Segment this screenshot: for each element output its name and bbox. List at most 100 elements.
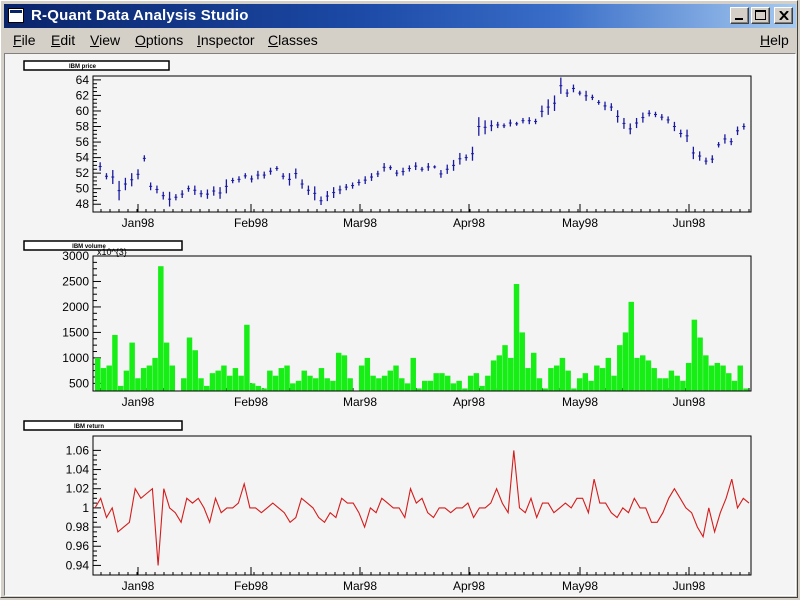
- volume-bar: [192, 350, 198, 391]
- y-tick-label: 0.94: [66, 558, 90, 572]
- menu-help[interactable]: Help: [760, 32, 789, 48]
- volume-bar: [140, 368, 147, 391]
- app-icon[interactable]: [8, 8, 24, 23]
- x-tick-label: May98: [562, 395, 598, 409]
- volume-bar: [634, 357, 640, 391]
- volume-bar: [519, 332, 525, 391]
- menu-options[interactable]: Options: [135, 32, 183, 48]
- y-tick-label: 1.06: [66, 443, 90, 457]
- title-bar[interactable]: R-Quant Data Analysis Studio: [4, 4, 796, 28]
- volume-bar: [313, 378, 319, 391]
- volume-bar: [158, 266, 164, 391]
- menu-edit[interactable]: Edit: [51, 32, 75, 48]
- volume-bar: [513, 284, 520, 391]
- volume-bar: [226, 375, 233, 391]
- volume-bar: [95, 357, 101, 391]
- volume-bar: [335, 352, 342, 391]
- maximize-icon: [755, 10, 766, 20]
- chart-return: IBM return 0.94 0.96 0.98 1 1.02 1.04 1.06 Jan98…: [23, 420, 752, 593]
- volume-bar: [249, 383, 256, 391]
- volume-bar: [209, 373, 216, 391]
- minimize-button[interactable]: [730, 7, 749, 24]
- volume-bar: [290, 383, 296, 391]
- volume-bar: [301, 370, 307, 391]
- volume-bar: [427, 380, 434, 391]
- menu-file[interactable]: File: [13, 32, 36, 48]
- y-tick-label: 2000: [62, 300, 89, 314]
- x-tick-label: Jun98: [673, 579, 706, 593]
- volume-bar: [106, 365, 112, 391]
- volume-bar: [381, 375, 388, 391]
- menu-inspector[interactable]: Inspector: [197, 32, 255, 48]
- volume-bar: [662, 378, 669, 391]
- volume-bar: [135, 378, 141, 391]
- volume-bar: [708, 365, 715, 391]
- chart-price: IBM price 4850 5254 5658 60 6264 Jan98 Feb98 Mar…: [23, 60, 752, 230]
- volume-bar: [651, 368, 657, 391]
- volume-bar: [399, 378, 405, 391]
- volume-bar: [594, 365, 600, 391]
- y-tick-label: 1: [82, 501, 89, 515]
- volume-bar: [204, 385, 210, 391]
- volume-bar: [703, 355, 709, 391]
- volume-bar: [485, 375, 491, 391]
- maximize-button[interactable]: [751, 7, 770, 24]
- volume-bar: [422, 380, 428, 391]
- chart-title: IBM return: [74, 424, 104, 430]
- volume-bar: [186, 337, 193, 391]
- charts-svg[interactable]: IBM price 4850 5254 5658 60 6264 Jan98 Feb98 Mar…: [5, 54, 795, 595]
- x-tick-label: Jan98: [122, 216, 155, 230]
- volume-bar: [370, 375, 376, 391]
- y-tick-label: 3000: [62, 249, 89, 263]
- volume-bar: [714, 362, 721, 391]
- volume-bar: [531, 352, 537, 391]
- y-tick-label: 60: [76, 104, 90, 118]
- close-icon: [779, 11, 789, 20]
- chart-title: IBM price: [69, 64, 97, 70]
- x-tick-label: May98: [562, 579, 598, 593]
- window-title: R-Quant Data Analysis Studio: [31, 7, 249, 24]
- y-tick-label: 1000: [62, 351, 89, 365]
- volume-bar: [404, 383, 411, 391]
- y-tick-label: 58: [76, 120, 90, 134]
- volume-bar: [685, 362, 692, 391]
- volume-bar: [198, 378, 204, 391]
- volume-bar: [479, 385, 485, 391]
- volume-bar: [324, 378, 330, 391]
- volume-bar: [255, 385, 262, 391]
- volume-bar: [553, 365, 560, 391]
- volume-bar: [117, 385, 124, 391]
- y-tick-label: 1.04: [66, 463, 90, 477]
- volume-bar: [496, 355, 503, 391]
- volume-bar: [502, 345, 508, 391]
- volume-bar: [152, 357, 158, 391]
- menu-view[interactable]: View: [90, 32, 120, 48]
- plot-canvas[interactable]: IBM price 48 50 52 54 56 58 60 62 64 Jan98 Feb98 Mar…: [4, 53, 796, 596]
- volume-bar: [674, 375, 680, 391]
- volume-bar: [645, 360, 652, 391]
- volume-bar: [169, 365, 176, 391]
- y-tick-label: 0.96: [66, 539, 90, 553]
- volume-bar: [582, 373, 589, 391]
- menu-classes[interactable]: Classes: [268, 32, 318, 48]
- x-tick-label: May98: [562, 216, 598, 230]
- y-tick-label: 2500: [62, 274, 89, 288]
- x-tick-label: Apr98: [453, 395, 485, 409]
- volume-bar: [628, 301, 634, 391]
- volume-bar: [576, 378, 583, 391]
- volume-bar: [232, 368, 239, 391]
- volume-bar: [508, 357, 514, 391]
- plot-frame: [92, 435, 752, 576]
- y-tick-label: 56: [76, 135, 90, 149]
- x-tick-label: Jun98: [673, 395, 706, 409]
- volume-bar: [238, 375, 244, 391]
- volume-bar: [181, 378, 187, 391]
- volume-bar: [163, 342, 170, 391]
- close-button[interactable]: [774, 7, 793, 24]
- plot-frame: [92, 75, 752, 213]
- x-tick-label: Apr98: [453, 579, 485, 593]
- volume-bar: [146, 365, 153, 391]
- app-window: R-Quant Data Analysis Studio File Edit V…: [0, 0, 798, 598]
- volume-bar: [393, 365, 399, 391]
- chart-volume: IBM volume50010001500200025003000Jan98 Fe…: [23, 240, 752, 409]
